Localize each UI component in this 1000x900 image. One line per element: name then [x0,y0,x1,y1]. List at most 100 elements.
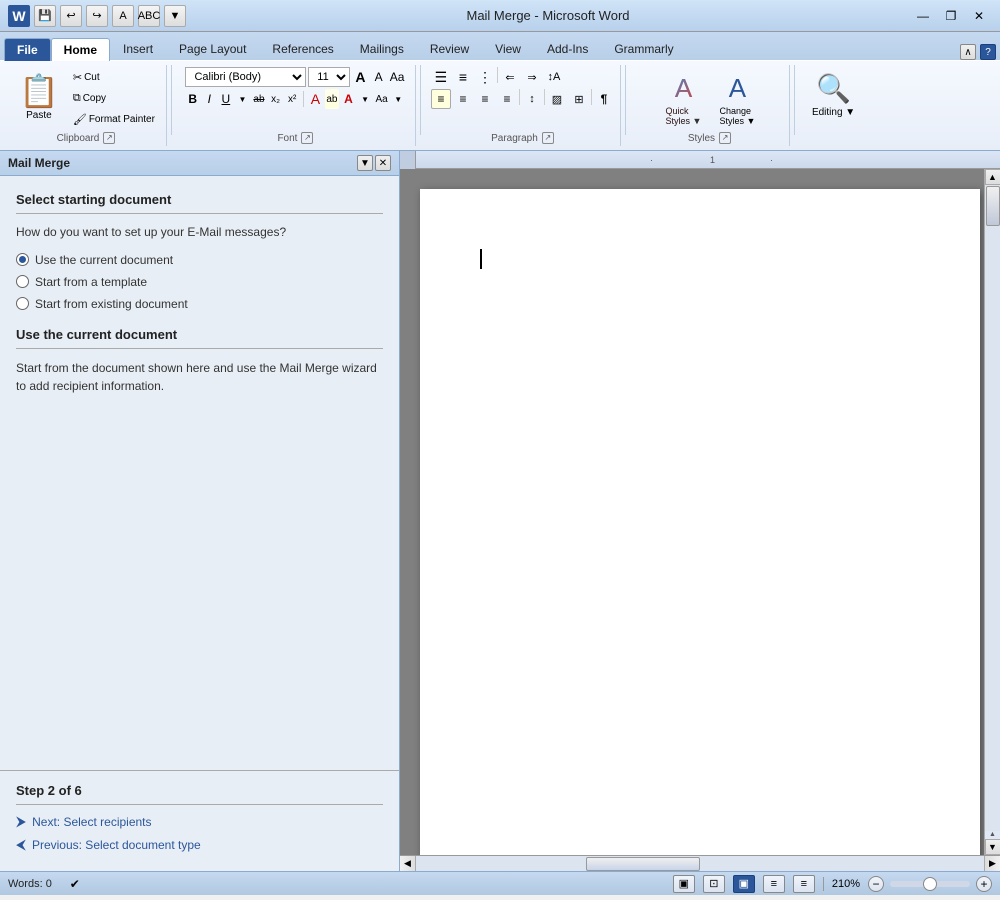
previous-link[interactable]: ⮜ Previous: Select document type [16,836,383,853]
italic-button[interactable]: I [202,89,217,109]
subscript-button[interactable]: x₂ [268,89,283,109]
scroll-thumb[interactable] [986,186,1000,226]
h-scroll-thumb[interactable] [586,857,700,871]
bold-button[interactable]: B [185,89,200,109]
increase-font-btn[interactable]: A [352,67,368,87]
task-pane-dropdown-btn[interactable]: ▼ [357,155,373,171]
tab-home[interactable]: Home [51,38,110,61]
radio-template[interactable]: Start from a template [16,275,383,289]
title-bar-title: Mail Merge - Microsoft Word [186,8,910,23]
zoom-slider-handle[interactable] [923,877,937,891]
numbering-btn[interactable]: ≡ [453,67,473,87]
task-pane-close-btn[interactable]: ✕ [375,155,391,171]
zoom-in-button[interactable]: + [976,876,992,892]
justify-btn[interactable]: ≡ [497,89,517,109]
align-center-btn[interactable]: ≡ [453,89,473,109]
document-scroll[interactable]: ▲ ▲ ○ ▼ ▼ [400,169,1000,855]
scroll-up-button[interactable]: ▲ [985,169,1000,185]
tab-view[interactable]: View [482,37,534,60]
sep-para4 [591,89,592,105]
decrease-indent-btn[interactable]: ⇐ [500,67,520,87]
strikethrough-button[interactable]: ab [252,89,267,109]
format-painter-button[interactable]: 🖌 Format Painter [68,109,160,129]
redo-button[interactable]: ↪ [86,5,108,27]
show-hide-btn[interactable]: ¶ [594,89,614,109]
tab-grammarly[interactable]: Grammarly [601,37,686,60]
text-effect-btn[interactable]: ▼ [391,89,406,109]
tab-insert[interactable]: Insert [110,37,166,60]
spelling-check-icon[interactable]: ✔ [64,875,86,893]
font-color-picker[interactable]: Aa [374,89,389,109]
tab-page-layout[interactable]: Page Layout [166,37,259,60]
spelling-button[interactable]: ABC [138,5,160,27]
line-spacing-btn[interactable]: ↕ [522,89,542,109]
tab-review[interactable]: Review [417,37,482,60]
print-layout-btn[interactable]: ▣ [673,875,695,893]
align-left-btn[interactable]: ≡ [431,89,451,109]
align-right-btn[interactable]: ≡ [475,89,495,109]
underline-button[interactable]: U [219,89,234,109]
scroll-down-button[interactable]: ▼ [985,839,1000,855]
restore-button[interactable]: ❐ [938,6,964,26]
clipboard-dialog-launcher[interactable]: ↗ [103,132,115,144]
tab-references[interactable]: References [259,37,346,60]
shading-btn[interactable]: ▨ [547,89,567,109]
outline-btn[interactable]: ≡ [763,875,785,893]
decrease-font-btn[interactable]: A [371,67,387,87]
tab-file[interactable]: File [4,38,51,61]
radio-existing-doc[interactable]: Start from existing document [16,297,383,311]
copy-button[interactable]: ⧉ Copy [68,88,160,108]
font-color-btn[interactable]: A [341,89,356,109]
multilevel-btn[interactable]: ⋮ [475,67,495,87]
paste-button[interactable]: 📋 Paste [12,67,66,126]
increase-indent-btn[interactable]: ⇒ [522,67,542,87]
tab-mailings[interactable]: Mailings [347,37,417,60]
vertical-scrollbar: ▲ ▲ ○ ▼ ▼ [984,169,1000,855]
full-screen-btn[interactable]: ⊡ [703,875,725,893]
format-button[interactable]: A [112,5,134,27]
sep-para3 [544,89,545,105]
next-link-text[interactable]: Next: Select recipients [32,815,151,829]
styles-dialog-launcher[interactable]: ↗ [719,132,731,144]
sort-btn[interactable]: ↕A [544,67,564,87]
previous-link-text[interactable]: Previous: Select document type [32,838,201,852]
highlight-btn[interactable]: ab [325,89,340,109]
next-link[interactable]: ⮞ Next: Select recipients [16,813,383,830]
minimize-button[interactable]: — [910,6,936,26]
editing-icon: 🔍 [816,72,851,105]
font-name-select[interactable]: Calibri (Body) [185,67,306,87]
quick-styles-button[interactable]: A QuickStyles ▼ [657,72,711,127]
scroll-right-button[interactable]: ▶ [984,856,1000,872]
editing-button[interactable]: 🔍 Editing ▼ [805,67,862,123]
font-dialog-launcher[interactable]: ↗ [301,132,313,144]
web-layout-btn[interactable]: ▣ [733,875,755,893]
borders-btn[interactable]: ⊞ [569,89,589,109]
underline-dropdown[interactable]: ▼ [235,89,250,109]
font-size-select[interactable]: 11 [308,67,350,87]
ribbon-help-btn[interactable]: ? [980,44,996,60]
zoom-slider[interactable] [890,881,970,887]
radio-current-doc-label: Use the current document [35,253,173,267]
font-color-dropdown[interactable]: ▼ [358,89,373,109]
zoom-level: 210% [832,878,860,890]
scroll-split-up[interactable]: ▲ [989,831,996,838]
superscript-button[interactable]: x² [285,89,300,109]
save-button[interactable]: 💾 [34,5,56,27]
cut-button[interactable]: ✂ Cut [68,67,160,87]
scroll-left-button[interactable]: ◀ [400,856,416,872]
change-styles-button[interactable]: A ChangeStyles ▼ [712,68,762,131]
bullets-btn[interactable]: ☰ [431,67,451,87]
ruler: · 1 · [400,151,1000,169]
close-button[interactable]: ✕ [966,6,992,26]
zoom-out-button[interactable]: − [868,876,884,892]
undo-button[interactable]: ↩ [60,5,82,27]
clear-format-btn[interactable]: Aa [389,67,406,87]
clear-all-format-btn[interactable]: A [308,89,323,109]
status-right: ▣ ⊡ ▣ ≡ ≡ 210% − + [673,875,992,893]
draft-btn[interactable]: ≡ [793,875,815,893]
tab-add-ins[interactable]: Add-Ins [534,37,601,60]
ribbon-expand-btn[interactable]: ∧ [960,44,976,60]
toolbar-dropdown[interactable]: ▼ [164,5,186,27]
paragraph-dialog-launcher[interactable]: ↗ [542,132,554,144]
radio-current-doc[interactable]: Use the current document [16,253,383,267]
